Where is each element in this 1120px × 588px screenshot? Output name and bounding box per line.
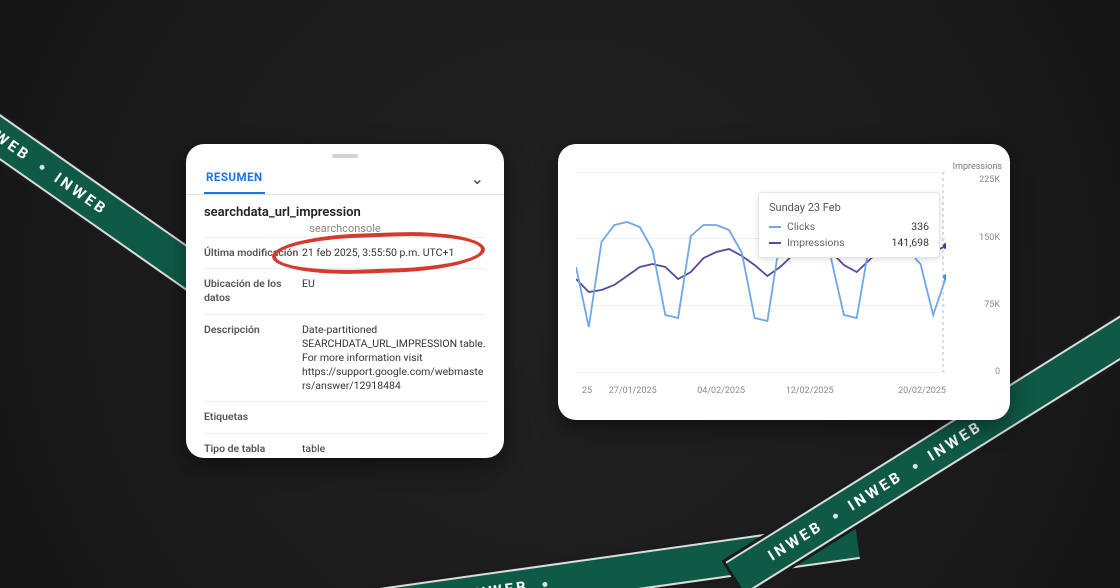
tooltip-label: Impressions [787, 236, 845, 249]
info-label: Tipo de tabla [204, 442, 302, 456]
table-name: searchdata_url_impression [186, 195, 504, 222]
tooltip-title: Sunday 23 Feb [769, 201, 929, 214]
drag-handle-icon[interactable] [332, 154, 358, 158]
x-tick: 20/02/2025 [898, 386, 946, 396]
info-row-description: Descripción Date-partitioned SEARCHDATA_… [204, 314, 486, 402]
info-value: table [302, 442, 486, 456]
tooltip-label: Clicks [787, 220, 815, 233]
tooltip-value: 141,698 [892, 236, 929, 249]
info-label: Descripción [204, 323, 302, 394]
y-tick: 75K [984, 300, 1000, 310]
gridline [576, 372, 946, 373]
tooltip-row-clicks: Clicks 336 [769, 220, 929, 233]
performance-chart-card: Impressions 225K 150K 75K 0 [558, 144, 1010, 420]
chart-tooltip: Sunday 23 Feb Clicks 336 Impressions 141… [758, 192, 940, 258]
dataset-name: searchconsole [186, 222, 504, 237]
info-value: Date-partitioned SEARCHDATA_URL_IMPRESSI… [302, 323, 486, 394]
info-row-last-modified: Última modificación 21 feb 2025, 3:55:50… [204, 237, 486, 268]
x-tick: 04/02/2025 [697, 386, 745, 396]
info-row-table-type: Tipo de tabla table [204, 433, 486, 458]
tab-bar: RESUMEN ⌄ [186, 164, 504, 195]
info-value [302, 410, 486, 424]
y-tick: 0 [995, 367, 1000, 377]
info-value: 21 feb 2025, 3:55:50 p.m. UTC+1 [302, 246, 486, 260]
tab-resumen[interactable]: RESUMEN [204, 164, 265, 194]
y-tick: 150K [979, 233, 1000, 243]
chevron-down-icon: ⌄ [471, 169, 484, 188]
legend-swatch-clicks-icon [769, 226, 781, 228]
x-tick: 12/02/2025 [786, 386, 834, 396]
x-axis: 25 27/01/2025 04/02/2025 12/02/2025 20/0… [576, 386, 946, 396]
y-tick: 225K [979, 175, 1000, 185]
info-label: Última modificación [204, 246, 302, 260]
tooltip-row-impressions: Impressions 141,698 [769, 236, 929, 249]
info-label: Ubicación de los datos [204, 277, 302, 305]
info-rows: Última modificación 21 feb 2025, 3:55:50… [186, 237, 504, 458]
info-label: Etiquetas [204, 410, 302, 424]
x-tick: 25 [582, 386, 592, 396]
y-axis-title: Impressions [953, 162, 1002, 172]
info-row-location: Ubicación de los datos EU [204, 268, 486, 313]
tooltip-value: 336 [911, 220, 929, 233]
legend-swatch-impressions-icon [769, 242, 781, 244]
info-row-labels: Etiquetas [204, 401, 486, 432]
expand-toggle-button[interactable]: ⌄ [467, 167, 488, 191]
info-value: EU [302, 277, 486, 305]
stage: INWEBINWEBINWEB INWEBINWEB INWEBINWEBINW… [0, 0, 1120, 588]
x-tick: 27/01/2025 [609, 386, 657, 396]
table-info-panel: RESUMEN ⌄ searchdata_url_impression sear… [186, 144, 504, 458]
